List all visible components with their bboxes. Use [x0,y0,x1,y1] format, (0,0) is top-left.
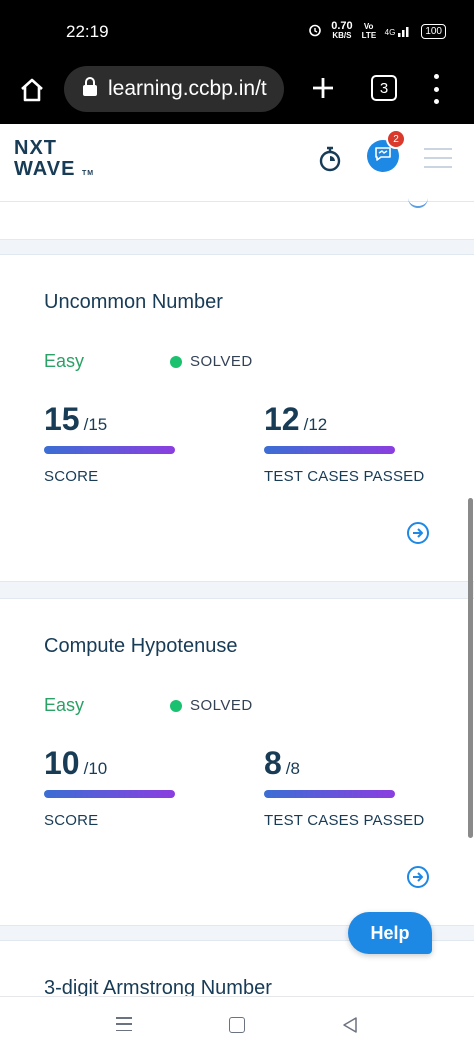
status-text: SOLVED [190,697,253,714]
difficulty-label: Easy [44,695,85,715]
logo-tm: TM [81,170,95,177]
score-stat: 10 /10 SCORE [44,745,175,829]
net-speed-value: 0.70 [331,20,353,32]
signal-icon: 4G [385,25,413,37]
system-home-icon[interactable] [229,1017,245,1033]
score-total: /10 [83,759,108,778]
score-label: SCORE [44,468,99,485]
arrow-right-circle-icon[interactable] [408,194,428,208]
nxtwave-logo[interactable]: NXT WAVE TM [14,138,94,184]
recent-apps-icon[interactable] [116,1017,132,1031]
tests-label: TEST CASES PASSED [264,468,425,485]
difficulty-label: Easy [44,351,85,371]
url-text: learning.ccbp.in/t [108,77,267,100]
score-value: 10 [44,745,80,781]
problem-card: Uncommon Number Easy SOLVED 15 /15 SCORE… [0,254,474,582]
arrow-right-circle-icon[interactable] [406,521,430,545]
new-tab-button[interactable] [307,72,339,104]
address-bar[interactable]: learning.ccbp.in/t [64,66,284,112]
browser-toolbar: learning.ccbp.in/t 3 [0,62,474,124]
score-progress-bar [44,446,175,454]
net-speed: 0.70 KB/S [331,20,353,41]
status-badge: SOLVED [170,697,253,714]
scrollbar[interactable] [468,498,473,838]
tests-total: /12 [303,415,328,434]
tests-progress-bar [264,790,395,798]
more-icon[interactable] [425,72,447,106]
status-badge: SOLVED [170,353,253,370]
problem-title[interactable]: Compute Hypotenuse [44,635,237,658]
score-total: /15 [83,415,108,434]
solved-dot-icon [170,699,182,712]
signal-label: 4G [384,28,396,37]
chat-icon [374,146,392,167]
volte-indicator: Vo LTE [361,22,377,40]
status-time: 22:19 [66,22,109,41]
timer-icon[interactable] [317,145,343,178]
back-icon[interactable] [342,1016,358,1039]
tests-value: 12 [264,401,300,437]
lock-icon [82,76,98,102]
tests-label: TEST CASES PASSED [264,812,425,829]
tests-total: /8 [285,759,300,778]
logo-line2: WAVE [14,158,76,180]
status-text: SOLVED [190,353,253,370]
system-nav-bar [0,996,474,1053]
status-bar: 22:19 0.70 KB/S Vo LTE 4G 100 [0,0,474,62]
chat-badge: 2 [386,129,406,149]
help-button[interactable]: Help [348,912,432,954]
hamburger-icon[interactable] [424,148,452,168]
alarm-icon [308,23,322,40]
score-progress-bar [44,790,175,798]
battery-indicator: 100 [421,23,446,39]
solved-dot-icon [170,355,182,368]
problem-card: Compute Hypotenuse Easy SOLVED 10 /10 SC… [0,598,474,926]
arrow-right-circle-icon[interactable] [406,865,430,889]
tests-stat: 12 /12 TEST CASES PASSED [264,401,424,485]
problem-title[interactable]: Uncommon Number [44,291,223,314]
score-stat: 15 /15 SCORE [44,401,175,485]
net-speed-unit: KB/S [332,31,352,40]
score-value: 15 [44,401,80,437]
tabs-button[interactable]: 3 [371,75,397,101]
status-icons: 0.70 KB/S Vo LTE 4G 100 [308,20,446,41]
tests-progress-bar [264,446,395,454]
previous-problem-card [0,202,474,240]
home-icon[interactable] [14,72,50,108]
score-label: SCORE [44,812,99,829]
logo-line1: NXT [14,137,57,159]
tests-stat: 8 /8 TEST CASES PASSED [264,745,424,829]
tests-value: 8 [264,745,282,781]
